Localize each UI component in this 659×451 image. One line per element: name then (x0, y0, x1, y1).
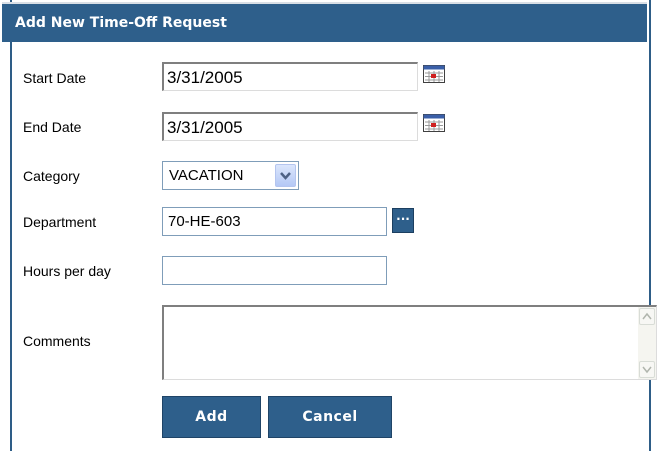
add-button[interactable]: Add (162, 396, 261, 438)
hours-per-day-input[interactable] (162, 256, 387, 285)
department-label: Department (23, 214, 97, 230)
comments-textarea[interactable] (162, 305, 657, 380)
chevron-down-icon[interactable] (275, 164, 296, 187)
end-date-label: End Date (23, 119, 82, 135)
comments-label: Comments (23, 333, 91, 349)
department-input[interactable]: 70-HE-603 (162, 207, 387, 236)
scroll-down-icon[interactable] (639, 361, 655, 378)
hours-per-day-label: Hours per day (23, 263, 111, 279)
calendar-icon[interactable] (423, 65, 445, 83)
scroll-up-icon[interactable] (639, 308, 655, 325)
calendar-icon[interactable] (423, 114, 445, 132)
end-date-input[interactable]: 3/31/2005 (162, 112, 418, 141)
form-header: Add New Time-Off Request (2, 2, 647, 42)
category-select[interactable]: VACATION (162, 161, 299, 190)
comments-scrollbar[interactable] (638, 307, 656, 379)
department-lookup-button[interactable]: ... (392, 208, 414, 233)
form-title: Add New Time-Off Request (15, 15, 227, 31)
category-label: Category (23, 168, 80, 184)
start-date-label: Start Date (23, 70, 87, 86)
start-date-input[interactable]: 3/31/2005 (162, 62, 418, 91)
category-selected-value: VACATION (169, 167, 244, 184)
cancel-button[interactable]: Cancel (268, 396, 392, 438)
